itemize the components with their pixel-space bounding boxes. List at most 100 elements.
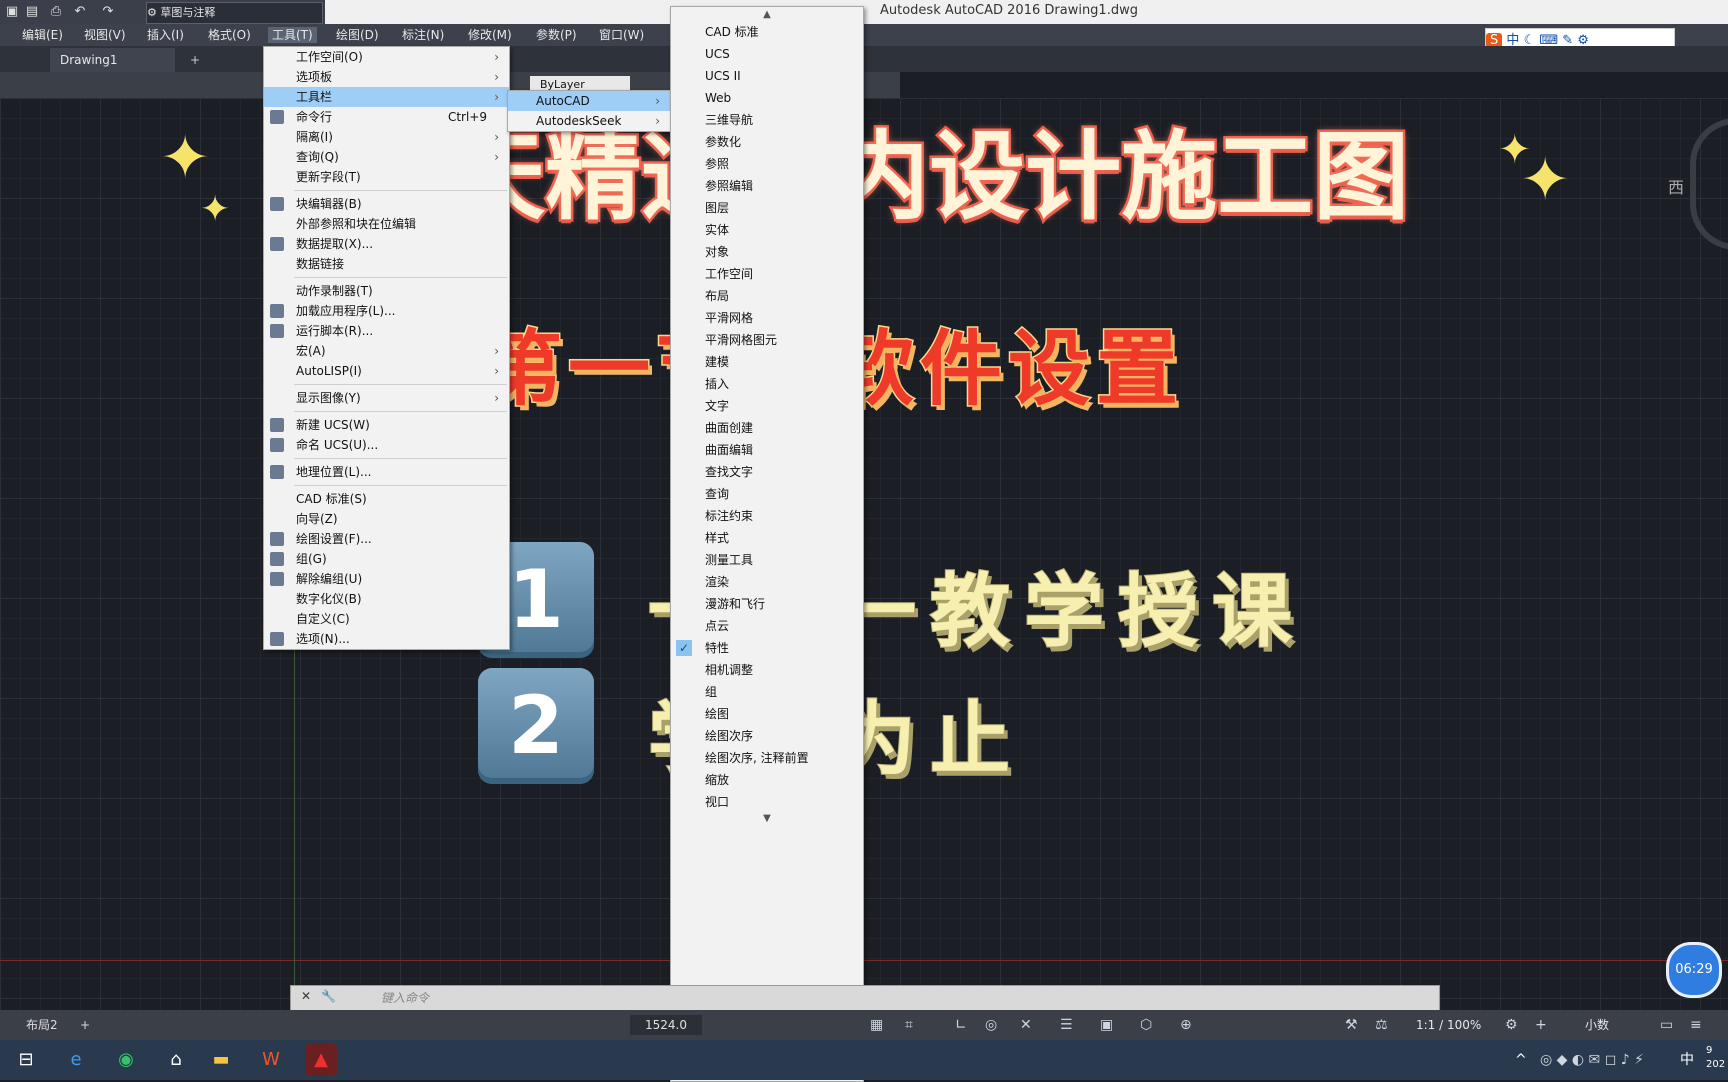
tools-menu-item[interactable]: 新建 UCS(W)	[264, 415, 509, 435]
lineweight-icon[interactable]: ☰	[1060, 1015, 1073, 1035]
autocad-toolbar-item[interactable]: 渲染	[671, 571, 863, 593]
autocad-toolbar-item[interactable]: 相机调整	[671, 659, 863, 681]
units-select[interactable]: 小数	[1585, 1015, 1609, 1035]
doc-tab[interactable]: Drawing1 +	[50, 48, 200, 72]
gear-icon[interactable]: ⚙	[1505, 1015, 1518, 1035]
tools-menu-item[interactable]: 显示图像(Y) ›	[264, 388, 509, 408]
autocad-toolbar-item[interactable]: 曲面创建	[671, 417, 863, 439]
scale-select[interactable]: 1:1 / 100%	[1416, 1015, 1481, 1035]
workspace-select[interactable]: ⚙ 草图与注释	[146, 2, 323, 24]
tools-menu-item[interactable]: 解除编组(U)	[264, 569, 509, 589]
autocad-toolbar-item[interactable]: 文字	[671, 395, 863, 417]
tools-menu-item[interactable]: 外部参照和块在位编辑	[264, 214, 509, 234]
autocad-toolbar-item[interactable]: 图层	[671, 197, 863, 219]
autocad-toolbar-item[interactable]: UCS II	[671, 65, 863, 87]
tools-menu-item[interactable]: 查询(Q) ›	[264, 147, 509, 167]
autocad-toolbar-item[interactable]: 组	[671, 681, 863, 703]
add-layout-button[interactable]: +	[80, 1015, 90, 1035]
menu-dimension[interactable]: 标注(N)	[398, 27, 448, 43]
autocad-toolbar-item[interactable]: 样式	[671, 527, 863, 549]
viewcube-west[interactable]: 西	[1668, 174, 1684, 198]
autocad-app-icon[interactable]: ▲	[305, 1044, 337, 1076]
tools-menu-item[interactable]: 工具栏 ›	[264, 87, 509, 107]
autocad-toolbar-item[interactable]: 三维导航	[671, 109, 863, 131]
tray-ime[interactable]: 中	[1680, 1050, 1694, 1070]
tools-menu-item[interactable]: 运行脚本(R)...	[264, 321, 509, 341]
redo-icon[interactable]: ↷	[100, 4, 116, 20]
autocad-toolbar-item[interactable]: ✓ 特性	[671, 637, 863, 659]
folder-icon[interactable]: ▬	[205, 1044, 237, 1076]
wps-icon[interactable]: W	[255, 1044, 287, 1076]
transparency-icon[interactable]: ▣	[1100, 1015, 1113, 1035]
snap-icon[interactable]: ⌗	[905, 1015, 913, 1035]
fullscreen-icon[interactable]: ▭	[1660, 1015, 1673, 1035]
autocad-toolbar-item[interactable]: 工作空间	[671, 263, 863, 285]
tools-menu-item[interactable]: 加载应用程序(L)...	[264, 301, 509, 321]
tools-menu-item[interactable]: 组(G)	[264, 549, 509, 569]
polar-icon[interactable]: ◎	[985, 1015, 997, 1035]
task-view-icon[interactable]: ⊟	[10, 1044, 42, 1076]
autocad-toolbar-item[interactable]: 对象	[671, 241, 863, 263]
ortho-icon[interactable]: ∟	[955, 1015, 967, 1035]
tools-menu-item[interactable]: 宏(A) ›	[264, 341, 509, 361]
menu-draw[interactable]: 绘图(D)	[332, 27, 383, 43]
autocad-toolbar-item[interactable]: 测量工具	[671, 549, 863, 571]
autocad-toolbar-item[interactable]: 参照	[671, 153, 863, 175]
tray-up-icon[interactable]: ^	[1515, 1050, 1527, 1070]
tools-menu-item[interactable]: AutoLISP(I) ›	[264, 361, 509, 381]
autocad-toolbar-item[interactable]: 绘图次序, 注释前置	[671, 747, 863, 769]
tools-menu-item[interactable]: 数字化仪(B)	[264, 589, 509, 609]
menu-modify[interactable]: 修改(M)	[464, 27, 516, 43]
menu-tools[interactable]: 工具(T)	[268, 27, 317, 43]
tools-menu-item[interactable]: 向导(Z)	[264, 509, 509, 529]
menu-edit[interactable]: 编辑(E)	[18, 27, 67, 43]
browser-icon[interactable]: ◉	[110, 1044, 142, 1076]
tools-menu-item[interactable]: 选项板 ›	[264, 67, 509, 87]
tools-menu-item[interactable]: 块编辑器(B)	[264, 194, 509, 214]
menu-icon[interactable]: ≡	[1690, 1015, 1702, 1035]
tools-menu-item[interactable]: 数据提取(X)...	[264, 234, 509, 254]
autocad-toolbar-item[interactable]: 建模	[671, 351, 863, 373]
tools-menu-item[interactable]: 隔离(I) ›	[264, 127, 509, 147]
autocad-toolbar-item[interactable]: 标注约束	[671, 505, 863, 527]
scroll-up-icon[interactable]: ▲	[671, 9, 863, 21]
autocad-toolbar-item[interactable]: 缩放	[671, 769, 863, 791]
tools-menu-item[interactable]: 数据链接	[264, 254, 509, 274]
close-icon[interactable]: ✕	[301, 989, 311, 1003]
layout-tab-2[interactable]: 布局2	[26, 1015, 58, 1035]
autocad-toolbar-item[interactable]: 点云	[671, 615, 863, 637]
autocad-toolbar-item[interactable]: 插入	[671, 373, 863, 395]
add-tab-button[interactable]: +	[190, 48, 200, 72]
tray-icons[interactable]: ◎ ◆ ◐ ✉ ◻ ♪ ⚡	[1540, 1050, 1644, 1070]
autocad-toolbar-item[interactable]: Web	[671, 87, 863, 109]
autocad-toolbar-item[interactable]: 参照编辑	[671, 175, 863, 197]
scroll-down-icon[interactable]: ▼	[671, 813, 863, 825]
autocad-toolbar-item[interactable]: UCS	[671, 43, 863, 65]
autocad-toolbar-item[interactable]: 绘图次序	[671, 725, 863, 747]
selection-icon[interactable]: ⬡	[1140, 1015, 1152, 1035]
gizmo-icon[interactable]: ⊕	[1180, 1015, 1192, 1035]
menu-format[interactable]: 格式(O)	[204, 27, 255, 43]
command-input[interactable]: 键入命令	[381, 989, 429, 1006]
tools-menu-item[interactable]: CAD 标准(S)	[264, 489, 509, 509]
menu-view[interactable]: 视图(V)	[80, 27, 130, 43]
tools-menu-item[interactable]: 选项(N)...	[264, 629, 509, 649]
save-icon[interactable]: ▣	[4, 4, 20, 20]
tools-menu-item[interactable]: 地理位置(L)...	[264, 462, 509, 482]
autocad-toolbar-item[interactable]: 实体	[671, 219, 863, 241]
autocad-toolbar-item[interactable]: 平滑网格	[671, 307, 863, 329]
autocad-toolbar-item[interactable]: 查询	[671, 483, 863, 505]
undo-icon[interactable]: ↶	[72, 4, 88, 20]
annotation-scale-icon[interactable]: ⚖	[1375, 1015, 1388, 1035]
menu-window[interactable]: 窗口(W)	[595, 27, 648, 43]
toolbar-submenu-item[interactable]: AutoCAD ›	[508, 91, 670, 111]
toolbar-submenu-item[interactable]: AutodeskSeek ›	[508, 111, 670, 131]
print-icon[interactable]: ⎙	[48, 4, 64, 20]
tools-menu-item[interactable]: 更新字段(T)	[264, 167, 509, 187]
autocad-toolbar-item[interactable]: 视口	[671, 791, 863, 813]
autocad-toolbar-item[interactable]: 布局	[671, 285, 863, 307]
grid-icon[interactable]: ▦	[870, 1015, 883, 1035]
autocad-toolbar-item[interactable]: 查找文字	[671, 461, 863, 483]
menu-parametric[interactable]: 参数(P)	[532, 27, 581, 43]
autocad-toolbar-item[interactable]: 漫游和飞行	[671, 593, 863, 615]
